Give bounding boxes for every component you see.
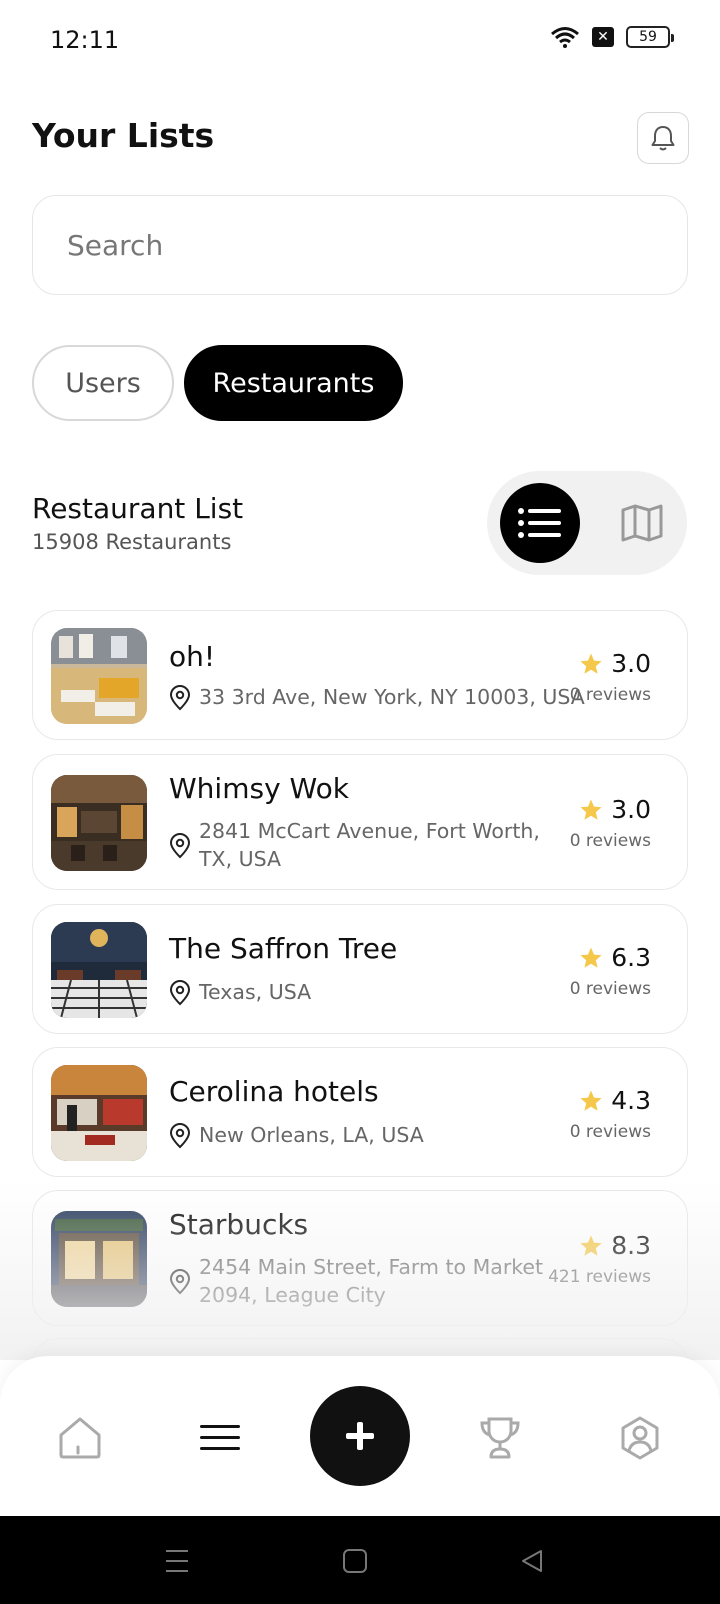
bottom-navigation: [0, 1356, 720, 1516]
status-bar: 12:11 ✕ 59: [0, 0, 720, 82]
location-pin-icon: [169, 685, 191, 711]
restaurant-card[interactable]: Cerolina hotels New Orleans, LA, USA 4.3…: [32, 1047, 688, 1177]
map-icon: [621, 504, 663, 542]
restaurant-photo: [51, 775, 147, 871]
restaurant-photo: [51, 1211, 147, 1307]
restaurant-name: oh!: [169, 640, 216, 673]
add-button[interactable]: [310, 1386, 410, 1486]
review-count: 0 reviews: [569, 979, 651, 999]
recents-icon: [166, 1550, 188, 1572]
rating: 3.0: [579, 795, 651, 824]
rating: 3.0: [579, 649, 651, 678]
star-icon: [580, 799, 602, 820]
review-count: 421 reviews: [548, 1267, 651, 1287]
wifi-icon: [551, 27, 579, 48]
tab-restaurants[interactable]: Restaurants: [184, 345, 403, 421]
home-system-button[interactable]: [338, 1544, 372, 1578]
status-time: 12:11: [50, 26, 120, 54]
restaurant-card[interactable]: The Saffron Tree Texas, USA 6.3 0 review…: [32, 904, 688, 1034]
review-count: 0 reviews: [569, 1122, 651, 1142]
back-triangle-icon: [522, 1550, 542, 1572]
battery-icon: 59: [626, 26, 674, 48]
location-pin-icon: [169, 833, 191, 859]
restaurant-card[interactable]: oh! 33 3rd Ave, New York, NY 10003, USA …: [32, 610, 688, 740]
restaurant-name: Cerolina hotels: [169, 1075, 379, 1108]
menu-icon: [200, 1425, 240, 1450]
system-navigation-bar: [0, 1516, 720, 1604]
bell-icon: [651, 126, 675, 151]
list-title: Restaurant List: [32, 492, 244, 525]
review-count: 0 reviews: [569, 685, 651, 705]
review-count: 0 reviews: [569, 831, 651, 851]
rating-value: 3.0: [611, 649, 651, 678]
restaurant-name: Whimsy Wok: [169, 772, 349, 805]
notification-x-icon: ✕: [592, 27, 614, 47]
restaurant-name: Starbucks: [169, 1208, 309, 1241]
restaurant-address: 2841 McCart Avenue, Fort Worth, TX, USA: [199, 819, 540, 871]
restaurant-card[interactable]: Starbucks 2454 Main Street, Farm to Mark…: [32, 1190, 688, 1326]
map-view-button[interactable]: [602, 483, 682, 563]
restaurant-photo: [51, 1065, 147, 1161]
restaurant-address: 33 3rd Ave, New York, NY 10003, USA: [199, 685, 585, 709]
nav-profile[interactable]: [610, 1408, 670, 1468]
profile-icon: [621, 1416, 659, 1460]
search-box[interactable]: [32, 195, 688, 295]
home-square-icon: [343, 1549, 367, 1573]
battery-level: 59: [639, 29, 657, 45]
rating-value: 3.0: [611, 795, 651, 824]
tab-users[interactable]: Users: [32, 345, 174, 421]
notifications-button[interactable]: [637, 112, 689, 164]
rating-value: 8.3: [611, 1231, 651, 1260]
trophy-icon: [480, 1417, 520, 1459]
home-icon: [59, 1417, 101, 1459]
star-icon: [580, 947, 602, 968]
add-icon: [346, 1422, 374, 1450]
restaurant-address: Texas, USA: [199, 980, 312, 1004]
star-icon: [580, 1090, 602, 1111]
rating: 8.3: [579, 1231, 651, 1260]
restaurant-address: 2454 Main Street, Farm to Market 2094, L…: [199, 1255, 544, 1307]
location-pin-icon: [169, 980, 191, 1006]
location-pin-icon: [169, 1269, 191, 1295]
recents-button[interactable]: [160, 1544, 194, 1578]
star-icon: [580, 1235, 602, 1256]
status-icons: ✕ 59: [550, 26, 674, 48]
restaurant-name: The Saffron Tree: [169, 932, 398, 965]
nav-home[interactable]: [50, 1408, 110, 1468]
back-button[interactable]: [515, 1544, 549, 1578]
list-icon: [518, 508, 561, 538]
restaurant-photo: [51, 628, 147, 724]
restaurant-photo: [51, 922, 147, 1018]
rating-value: 6.3: [611, 943, 651, 972]
star-icon: [580, 653, 602, 674]
view-toggle: [487, 471, 687, 575]
list-view-button[interactable]: [500, 483, 580, 563]
location-pin-icon: [169, 1123, 191, 1149]
list-count: 15908 Restaurants: [32, 530, 232, 554]
rating-value: 4.3: [611, 1086, 651, 1115]
rating: 6.3: [579, 943, 651, 972]
restaurant-card[interactable]: Whimsy Wok 2841 McCart Avenue, Fort Wort…: [32, 754, 688, 890]
nav-lists[interactable]: [190, 1408, 250, 1468]
page-title: Your Lists: [32, 116, 215, 155]
restaurant-address: New Orleans, LA, USA: [199, 1123, 424, 1147]
search-input[interactable]: [33, 196, 687, 294]
nav-leaderboard[interactable]: [470, 1408, 530, 1468]
rating: 4.3: [579, 1086, 651, 1115]
